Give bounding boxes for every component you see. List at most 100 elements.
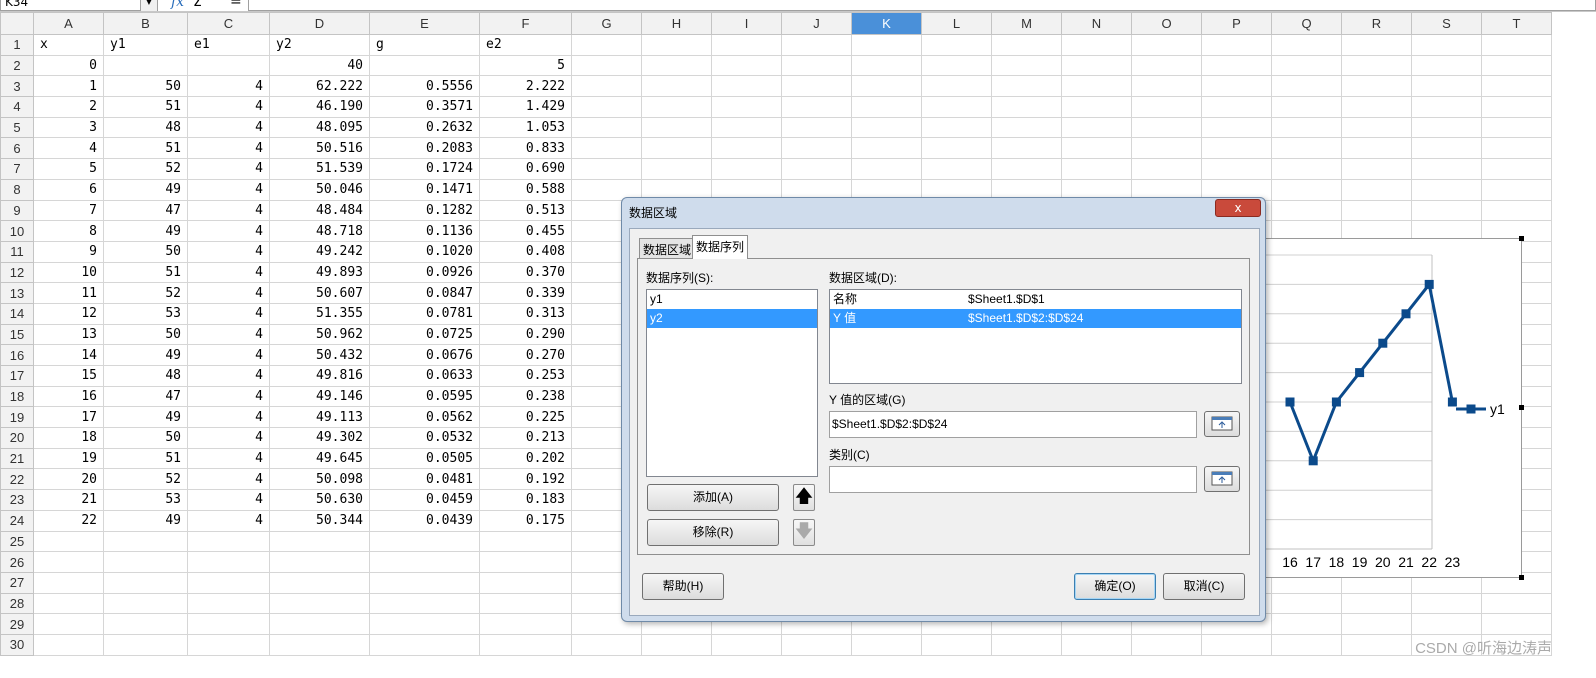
empty-cell[interactable] [269, 613, 370, 635]
column-header[interactable]: E [369, 12, 480, 35]
data-cell[interactable]: 4 [187, 427, 270, 449]
empty-cell[interactable] [1341, 633, 1412, 656]
empty-cell[interactable] [369, 613, 480, 635]
column-header[interactable]: A [33, 12, 104, 35]
row-header[interactable]: 18 [0, 385, 34, 408]
empty-cell[interactable] [1341, 592, 1412, 615]
data-cell[interactable]: 0.183 [479, 489, 572, 511]
header-cell[interactable]: e2 [479, 34, 572, 56]
empty-cell[interactable] [641, 137, 712, 160]
shrink-range-button[interactable] [1204, 411, 1240, 437]
empty-cell[interactable] [33, 592, 104, 615]
data-cell[interactable]: 50 [103, 240, 188, 263]
data-cell[interactable]: 4 [187, 406, 270, 429]
empty-cell[interactable] [781, 633, 852, 656]
column-header[interactable]: D [269, 12, 370, 35]
data-cell[interactable]: 4 [187, 447, 270, 470]
y-range-input[interactable]: $Sheet1.$D$2:$D$24 [829, 411, 1197, 438]
empty-cell[interactable] [641, 96, 712, 118]
data-cell[interactable]: 4 [187, 220, 270, 242]
data-cell[interactable]: 48.095 [269, 116, 370, 139]
data-cell[interactable]: 49 [103, 406, 188, 429]
data-cell[interactable]: 21 [33, 489, 104, 511]
data-cell[interactable]: 0.0926 [369, 261, 480, 284]
empty-cell[interactable] [1201, 96, 1272, 118]
column-header[interactable]: L [921, 12, 992, 35]
row-header[interactable]: 9 [0, 199, 34, 222]
empty-cell[interactable] [711, 116, 782, 139]
empty-cell[interactable] [1411, 54, 1482, 77]
data-cell[interactable]: 11 [33, 282, 104, 304]
empty-cell[interactable] [1481, 116, 1552, 139]
empty-cell[interactable] [369, 633, 480, 656]
empty-cell[interactable] [641, 158, 712, 180]
data-cell[interactable]: 49.113 [269, 406, 370, 429]
row-header[interactable]: 13 [0, 282, 34, 304]
data-cell[interactable]: 0.1136 [369, 220, 480, 242]
name-box[interactable]: K34 [0, 0, 158, 11]
empty-cell[interactable] [103, 592, 188, 615]
empty-cell[interactable] [1341, 96, 1412, 118]
empty-cell[interactable] [1411, 137, 1482, 160]
data-cell[interactable]: 4 [187, 178, 270, 201]
data-cell[interactable]: 8 [33, 220, 104, 242]
column-header[interactable]: B [103, 12, 188, 35]
empty-cell[interactable] [1411, 75, 1482, 98]
data-cell[interactable]: 0.1282 [369, 199, 480, 222]
cancel-button[interactable]: 取消(C) [1163, 573, 1245, 600]
data-cell[interactable]: 0.290 [479, 323, 572, 346]
empty-cell[interactable] [1271, 199, 1342, 222]
empty-cell[interactable] [1061, 34, 1132, 56]
empty-cell[interactable] [1411, 592, 1482, 615]
data-cell[interactable]: 50.607 [269, 282, 370, 304]
data-cell[interactable]: 4 [187, 323, 270, 346]
data-cell[interactable]: 51 [103, 137, 188, 160]
data-cell[interactable]: 12 [33, 302, 104, 325]
empty-cell[interactable] [921, 158, 992, 180]
data-cell[interactable]: 0.408 [479, 240, 572, 263]
row-header[interactable]: 12 [0, 261, 34, 284]
row-header[interactable]: 30 [0, 633, 34, 656]
empty-cell[interactable] [921, 137, 992, 160]
empty-cell[interactable] [1411, 613, 1482, 635]
data-cell[interactable]: 4 [187, 75, 270, 98]
empty-cell[interactable] [369, 571, 480, 594]
corner-cell[interactable] [0, 12, 34, 35]
data-cell[interactable]: 49 [103, 220, 188, 242]
empty-cell[interactable] [571, 158, 642, 180]
empty-cell[interactable] [1061, 137, 1132, 160]
data-cell[interactable]: 0.192 [479, 468, 572, 491]
data-cell[interactable]: 0.5556 [369, 75, 480, 98]
data-cell[interactable]: 0.0595 [369, 385, 480, 408]
data-cell[interactable]: 51.539 [269, 158, 370, 180]
shrink-category-button[interactable] [1204, 466, 1240, 492]
empty-cell[interactable] [851, 158, 922, 180]
empty-cell[interactable] [1481, 178, 1552, 201]
data-cell[interactable]: 6 [33, 178, 104, 201]
data-cell[interactable]: 10 [33, 261, 104, 284]
data-cell[interactable]: 0.238 [479, 385, 572, 408]
empty-cell[interactable] [33, 633, 104, 656]
empty-cell[interactable] [103, 530, 188, 553]
data-cell[interactable]: 15 [33, 365, 104, 387]
empty-cell[interactable] [369, 54, 480, 77]
sum-icon[interactable]: Σ [193, 0, 202, 10]
tab-data-range[interactable]: 数据区域 [639, 238, 696, 258]
empty-cell[interactable] [781, 34, 852, 56]
data-cell[interactable]: 4 [187, 137, 270, 160]
column-header[interactable]: C [187, 12, 270, 35]
data-cell[interactable]: 0.513 [479, 199, 572, 222]
empty-cell[interactable] [991, 34, 1062, 56]
empty-cell[interactable] [571, 116, 642, 139]
header-cell[interactable]: e1 [187, 34, 270, 56]
data-cell[interactable]: 52 [103, 468, 188, 491]
data-cell[interactable]: 48 [103, 116, 188, 139]
data-cell[interactable]: 5 [33, 158, 104, 180]
data-cell[interactable]: 0.1471 [369, 178, 480, 201]
data-cell[interactable]: 51.355 [269, 302, 370, 325]
empty-cell[interactable] [1341, 54, 1412, 77]
empty-cell[interactable] [187, 592, 270, 615]
empty-cell[interactable] [1481, 613, 1552, 635]
data-cell[interactable]: 48.718 [269, 220, 370, 242]
empty-cell[interactable] [1201, 137, 1272, 160]
